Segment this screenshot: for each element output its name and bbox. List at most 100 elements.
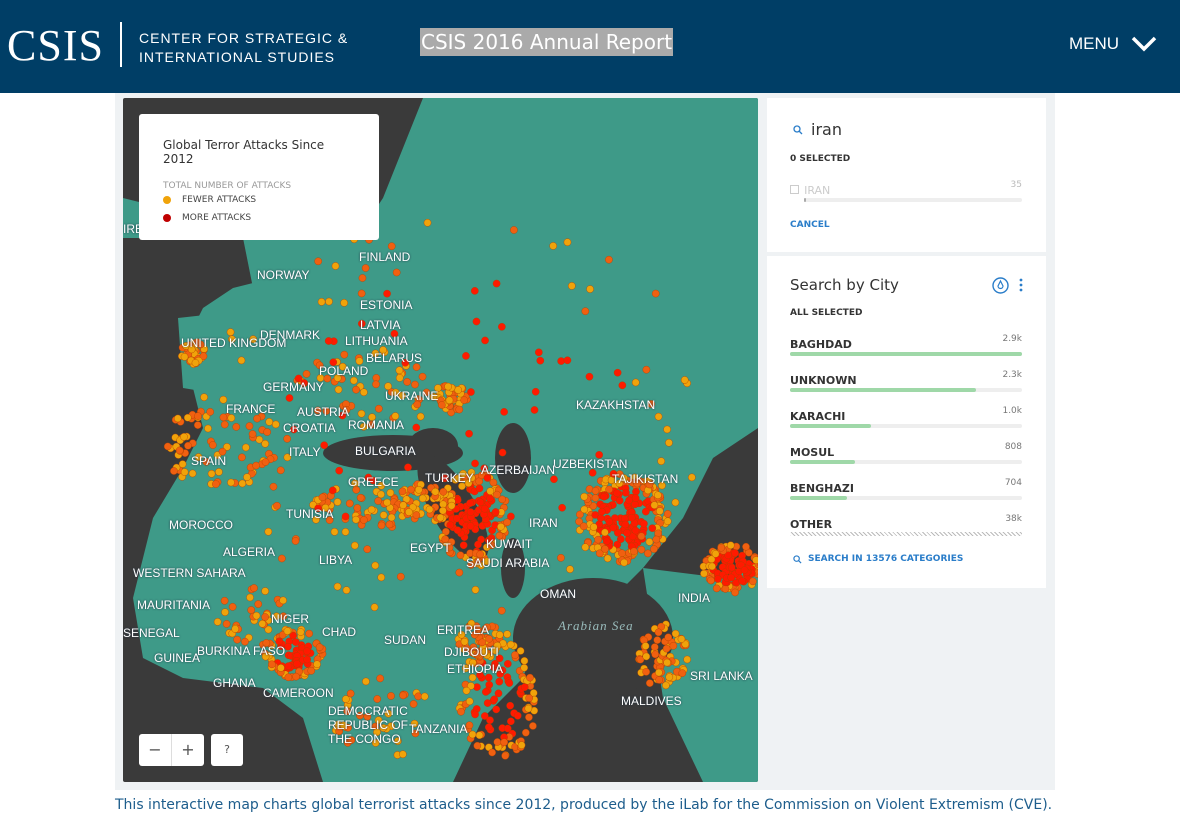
attack-dot bbox=[414, 692, 423, 701]
attack-dot bbox=[563, 238, 572, 247]
attack-dot bbox=[253, 414, 261, 423]
attack-dot bbox=[163, 442, 172, 451]
city-count: 1.0k bbox=[1002, 406, 1022, 416]
attack-dot bbox=[325, 297, 333, 306]
bar-fill bbox=[790, 388, 976, 392]
attack-dot bbox=[303, 647, 311, 656]
attack-dot bbox=[594, 535, 602, 544]
attack-dot bbox=[180, 353, 189, 361]
attack-dot bbox=[399, 750, 407, 759]
logo-subtitle: CENTER FOR STRATEGIC & INTERNATIONAL STUD… bbox=[139, 29, 348, 67]
attack-dot bbox=[489, 478, 498, 487]
attack-dot bbox=[488, 748, 496, 757]
attack-dot bbox=[303, 655, 311, 664]
attack-dot bbox=[324, 337, 333, 345]
attack-dot bbox=[335, 466, 343, 475]
bar-fill bbox=[790, 532, 1022, 536]
attack-dot bbox=[749, 577, 757, 586]
attack-dot bbox=[350, 376, 358, 385]
filter-item-iran[interactable]: IRAN 35 bbox=[790, 179, 1022, 202]
city-name: MOSUL bbox=[790, 446, 835, 459]
attack-dot bbox=[507, 640, 515, 649]
country-label: BULGARIA bbox=[355, 444, 416, 458]
attack-dot bbox=[252, 461, 260, 470]
city-item[interactable]: MOSUL 808 bbox=[790, 441, 1022, 464]
attack-dot bbox=[460, 396, 468, 404]
country-label: UKRAINE bbox=[385, 389, 439, 403]
zoom-out-button[interactable]: − bbox=[139, 734, 172, 766]
help-button[interactable]: ? bbox=[211, 734, 243, 766]
attack-dot bbox=[456, 551, 465, 560]
attack-dot bbox=[591, 487, 600, 495]
attack-dot bbox=[418, 494, 427, 503]
attack-dot bbox=[650, 545, 658, 553]
attack-dot bbox=[261, 439, 269, 448]
menu-button[interactable]: MENU bbox=[1069, 34, 1157, 54]
city-bar bbox=[790, 532, 1022, 536]
country-label: GERMANY bbox=[263, 380, 324, 394]
attack-dot bbox=[513, 711, 522, 720]
attack-dot bbox=[320, 441, 328, 450]
attack-dot bbox=[642, 668, 650, 676]
csis-logo[interactable]: CSIS bbox=[7, 20, 104, 71]
attack-dot bbox=[278, 554, 286, 563]
attack-dot bbox=[331, 262, 340, 270]
country-search-input[interactable]: iran bbox=[793, 120, 842, 139]
attack-dot bbox=[726, 541, 735, 550]
city-item[interactable]: KARACHI 1.0k bbox=[790, 405, 1022, 428]
cancel-button[interactable]: CANCEL bbox=[790, 220, 830, 230]
city-count: 38k bbox=[1005, 514, 1022, 524]
attack-dot bbox=[654, 628, 663, 637]
attack-dot bbox=[268, 660, 276, 669]
attack-dot bbox=[305, 629, 313, 638]
attack-dot bbox=[654, 412, 663, 421]
attack-dot bbox=[194, 421, 202, 429]
attack-dot bbox=[416, 412, 425, 421]
attack-dot bbox=[272, 420, 280, 429]
attack-dot bbox=[586, 285, 594, 293]
more-options-icon[interactable] bbox=[1018, 278, 1024, 293]
attack-dot bbox=[714, 575, 722, 583]
attack-dot bbox=[663, 517, 672, 526]
attack-dot bbox=[525, 713, 533, 722]
attack-dot bbox=[581, 307, 590, 316]
zoom-in-button[interactable]: + bbox=[172, 734, 204, 766]
attack-dot bbox=[438, 401, 446, 409]
attack-dot bbox=[207, 469, 216, 478]
search-categories-link[interactable]: SEARCH IN 13576 CATEGORIES bbox=[793, 554, 963, 564]
checkbox[interactable] bbox=[790, 185, 799, 194]
attack-dot bbox=[453, 514, 461, 523]
legend-item-more: MORE ATTACKS bbox=[163, 213, 355, 223]
city-item[interactable]: OTHER 38k bbox=[790, 513, 1022, 536]
attack-dot bbox=[439, 500, 447, 509]
attack-dot bbox=[412, 423, 421, 432]
attack-dot bbox=[671, 498, 680, 507]
attack-dot bbox=[637, 532, 646, 541]
attack-dot bbox=[475, 484, 484, 493]
city-item[interactable]: BENGHAZI 704 bbox=[790, 477, 1022, 500]
attack-dot bbox=[444, 382, 452, 391]
attack-dot bbox=[385, 520, 394, 529]
link-label: SEARCH IN 13576 CATEGORIES bbox=[808, 554, 964, 564]
attack-dot bbox=[662, 681, 670, 690]
attack-dot bbox=[459, 541, 468, 550]
color-drop-icon[interactable] bbox=[992, 277, 1009, 294]
attack-dot bbox=[237, 356, 246, 365]
search-icon bbox=[793, 554, 802, 564]
attack-dot bbox=[357, 409, 366, 418]
attack-dot bbox=[238, 453, 246, 462]
attack-dot bbox=[340, 350, 349, 359]
city-item[interactable]: UNKNOWN 2.3k bbox=[790, 369, 1022, 392]
attack-dot bbox=[557, 357, 565, 365]
city-item[interactable]: BAGHDAD 2.9k bbox=[790, 333, 1022, 356]
attack-dot bbox=[688, 473, 696, 482]
country-label: MALDIVES bbox=[621, 694, 682, 708]
city-bar bbox=[790, 388, 1022, 392]
attack-dot bbox=[631, 378, 640, 387]
legend-label: MORE ATTACKS bbox=[182, 213, 252, 223]
attack-dot bbox=[342, 695, 350, 703]
bar-fill bbox=[790, 424, 872, 428]
attack-dot bbox=[363, 545, 372, 554]
attack-dot bbox=[601, 545, 609, 553]
sea-label: Arabian Sea bbox=[558, 618, 634, 633]
